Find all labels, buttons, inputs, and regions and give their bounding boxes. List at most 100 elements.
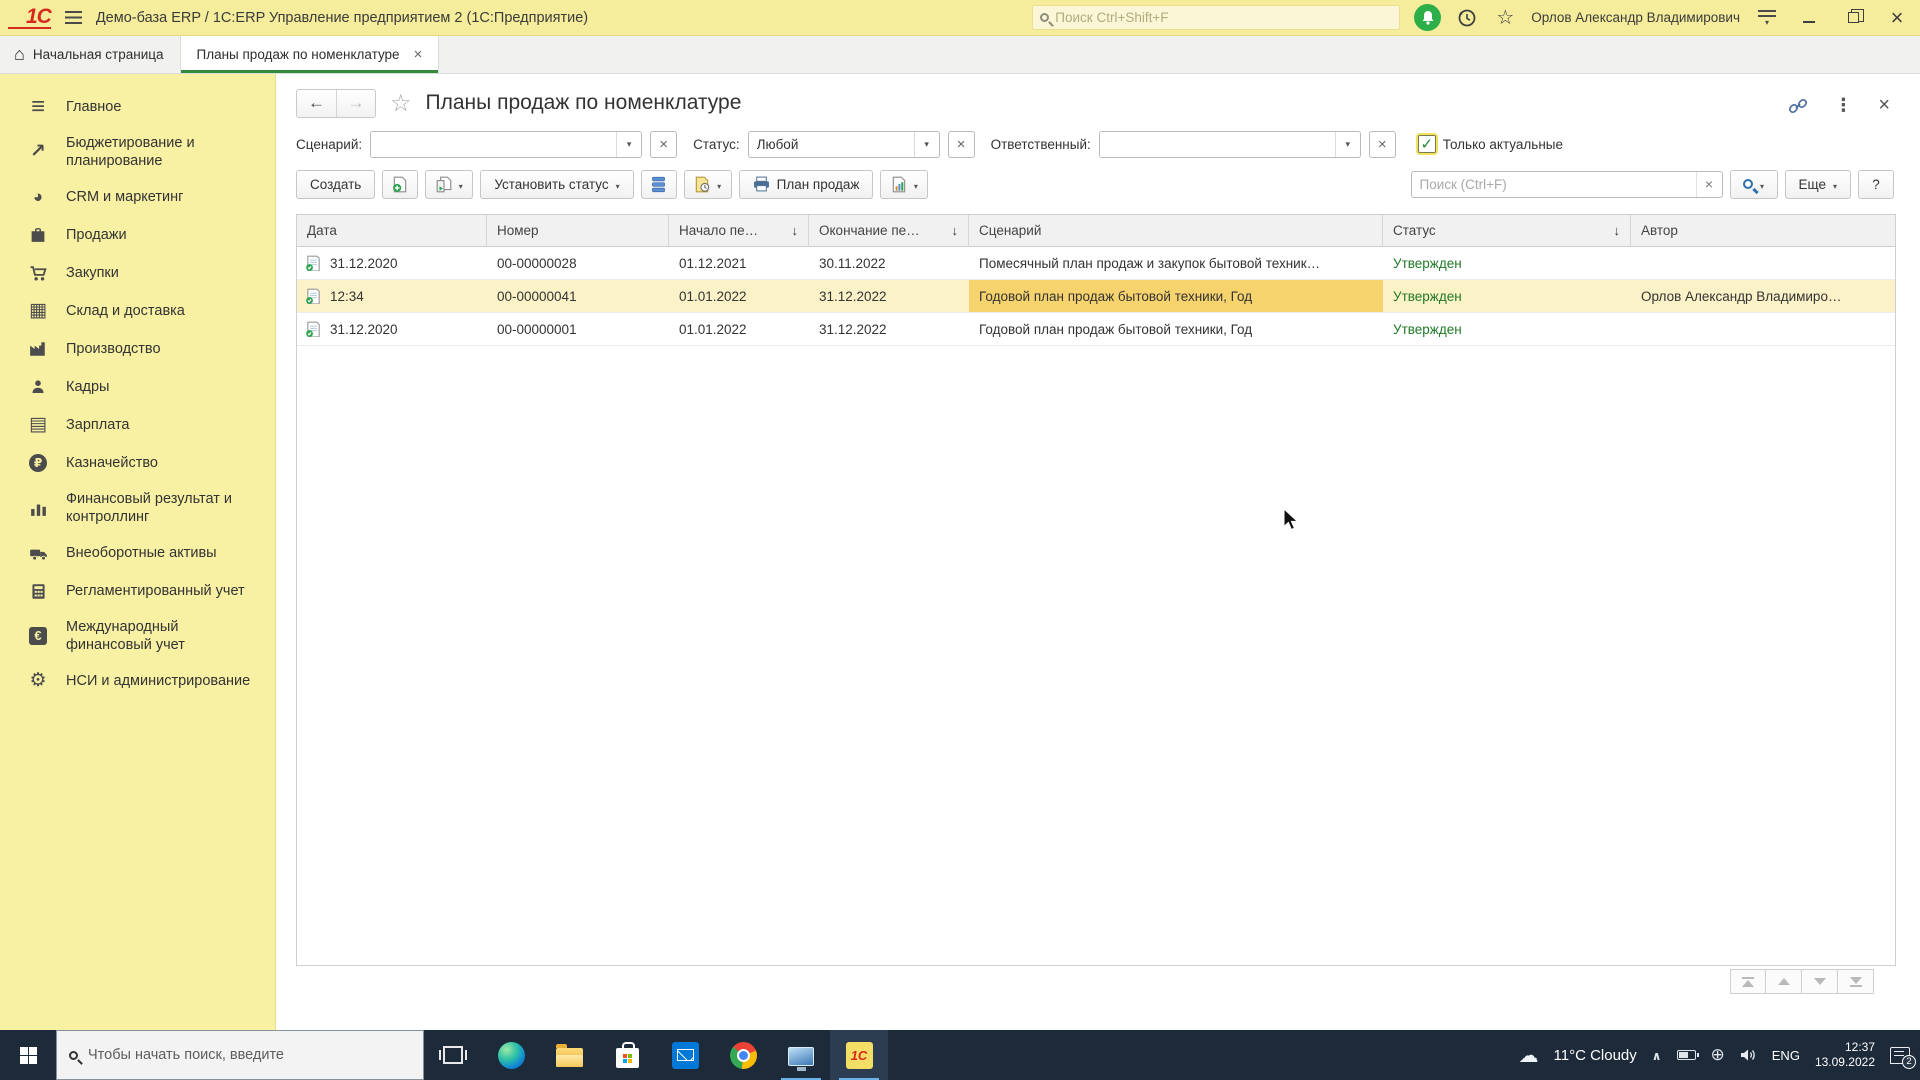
global-search-input[interactable] bbox=[1055, 10, 1393, 25]
taskbar-remote-desktop[interactable] bbox=[772, 1030, 830, 1080]
copy-dropdown-arrow-icon[interactable] bbox=[459, 177, 463, 192]
table-row-selected[interactable]: 12:34 00-00000041 01.01.2022 31.12.2022 … bbox=[297, 280, 1895, 313]
list-search-input[interactable] bbox=[1411, 176, 1696, 192]
tab-sales-plans[interactable]: Планы продаж по номенклатуре bbox=[180, 36, 440, 73]
taskbar-file-explorer[interactable] bbox=[540, 1030, 598, 1080]
sidebar-item-regulated-accounting[interactable]: Регламентированный учет bbox=[0, 572, 275, 610]
status-dropdown-arrow-icon[interactable] bbox=[913, 131, 939, 157]
go-up-button[interactable] bbox=[1766, 969, 1802, 994]
go-first-button[interactable] bbox=[1730, 969, 1766, 994]
only-actual-checkbox[interactable] bbox=[1417, 135, 1436, 153]
sidebar-item-production[interactable]: Производство bbox=[0, 330, 275, 368]
taskbar-mail[interactable] bbox=[656, 1030, 714, 1080]
network-globe-icon[interactable] bbox=[1711, 1045, 1725, 1065]
close-window-button[interactable] bbox=[1882, 5, 1912, 31]
task-view-button[interactable] bbox=[424, 1030, 482, 1080]
responsible-filter-input[interactable] bbox=[1099, 131, 1335, 157]
responsible-clear-button[interactable] bbox=[1368, 130, 1396, 158]
sidebar-item-admin[interactable]: НСИ и администрирование bbox=[0, 662, 275, 700]
taskbar-1c-app[interactable] bbox=[830, 1030, 888, 1080]
sidebar-item-budgeting[interactable]: Бюджетирование и планирование bbox=[0, 126, 250, 178]
set-status-button[interactable]: Установить статус bbox=[480, 169, 634, 199]
sidebar-item-finresult[interactable]: Финансовый результат и контроллинг bbox=[0, 482, 260, 534]
taskbar-search-box[interactable] bbox=[56, 1030, 424, 1080]
current-user-name[interactable]: Орлов Александр Владимирович bbox=[1531, 10, 1740, 25]
status-filter-input[interactable] bbox=[748, 131, 914, 157]
column-header-period-start[interactable]: Начало пе… bbox=[669, 215, 809, 246]
responsible-filter-combo[interactable] bbox=[1098, 130, 1361, 158]
scenario-clear-button[interactable] bbox=[650, 130, 678, 158]
taskbar-edge[interactable] bbox=[482, 1030, 540, 1080]
scenario-filter-combo[interactable] bbox=[370, 130, 643, 158]
sidebar-item-hr[interactable]: Кадры bbox=[0, 368, 275, 406]
discussions-bell-button[interactable] bbox=[1414, 4, 1442, 31]
only-actual-checkbox-wrap[interactable]: Только актуальные bbox=[1417, 135, 1563, 153]
minimize-button[interactable] bbox=[1794, 5, 1824, 31]
sidebar-item-purchases[interactable]: Закупки bbox=[0, 254, 275, 292]
taskbar-clock[interactable]: 12:37 13.09.2022 bbox=[1815, 1040, 1875, 1070]
weather-text[interactable]: 11°C Cloudy bbox=[1554, 1047, 1637, 1064]
column-header-author[interactable]: Автор bbox=[1631, 215, 1895, 246]
go-last-button[interactable] bbox=[1838, 969, 1874, 994]
help-button[interactable]: ? bbox=[1858, 169, 1894, 199]
sidebar-item-fixed-assets[interactable]: Внеоборотные активы bbox=[0, 534, 275, 572]
go-down-button[interactable] bbox=[1802, 969, 1838, 994]
service-menu-button[interactable] bbox=[1754, 10, 1780, 25]
global-search-box[interactable] bbox=[1032, 5, 1401, 30]
status-clear-button[interactable] bbox=[947, 130, 975, 158]
taskbar-search-input[interactable] bbox=[88, 1047, 411, 1063]
column-header-date[interactable]: Дата bbox=[297, 215, 487, 246]
table-row[interactable]: 31.12.2020 00-00000028 01.12.2021 30.11.… bbox=[297, 247, 1895, 280]
speaker-icon[interactable] bbox=[1740, 1048, 1757, 1062]
weather-cloud-icon[interactable] bbox=[1519, 1043, 1539, 1068]
status-filter-combo[interactable] bbox=[747, 130, 940, 158]
main-menu-icon[interactable] bbox=[64, 11, 82, 24]
reports-dropdown-arrow-icon[interactable] bbox=[914, 177, 918, 192]
sidebar-item-sales[interactable]: Продажи bbox=[0, 216, 275, 254]
sidebar-item-crm[interactable]: CRM и маркетинг bbox=[0, 178, 275, 216]
cell-scenario-focused[interactable]: Годовой план продаж бытовой техники, Год bbox=[969, 280, 1383, 312]
get-link-icon[interactable] bbox=[1788, 96, 1808, 116]
sales-plan-print-button[interactable]: План продаж bbox=[738, 169, 874, 199]
history-button[interactable] bbox=[1455, 6, 1479, 30]
sidebar-item-treasury[interactable]: Казначейство bbox=[0, 444, 275, 482]
battery-icon[interactable] bbox=[1676, 1050, 1699, 1060]
more-actions-button[interactable]: Еще bbox=[1784, 169, 1851, 199]
responsible-dropdown-arrow-icon[interactable] bbox=[1334, 131, 1360, 157]
search-button[interactable] bbox=[1729, 169, 1778, 199]
sidebar-item-ifrs[interactable]: Международный финансовый учет bbox=[0, 610, 250, 662]
list-settings-button[interactable] bbox=[640, 169, 677, 199]
tab-home-page[interactable]: Начальная страница bbox=[0, 36, 181, 73]
scenario-filter-input[interactable] bbox=[371, 131, 617, 157]
column-header-scenario[interactable]: Сценарий bbox=[969, 215, 1383, 246]
create-button[interactable]: Создать bbox=[296, 169, 376, 199]
tray-expand-chevron-icon[interactable] bbox=[1652, 1048, 1662, 1063]
reports-button[interactable] bbox=[880, 169, 929, 199]
action-center-icon[interactable]: 2 bbox=[1890, 1046, 1916, 1069]
add-to-favorites-star[interactable] bbox=[390, 89, 412, 118]
back-button[interactable] bbox=[297, 90, 336, 117]
status-history-dropdown-arrow-icon[interactable] bbox=[717, 177, 721, 192]
sidebar-item-warehouse[interactable]: Склад и доставка bbox=[0, 292, 275, 330]
language-indicator[interactable]: ENG bbox=[1772, 1048, 1800, 1063]
tab-close-icon[interactable] bbox=[414, 46, 423, 63]
more-menu-icon[interactable] bbox=[1834, 95, 1852, 116]
restore-button[interactable] bbox=[1838, 5, 1868, 31]
status-history-button[interactable] bbox=[683, 169, 732, 199]
taskbar-store[interactable] bbox=[598, 1030, 656, 1080]
close-form-icon[interactable] bbox=[1878, 94, 1890, 117]
start-button[interactable] bbox=[0, 1030, 56, 1080]
sidebar-item-main[interactable]: Главное bbox=[0, 88, 275, 126]
column-header-status[interactable]: Статус bbox=[1383, 215, 1631, 246]
table-row[interactable]: 31.12.2020 00-00000001 01.01.2022 31.12.… bbox=[297, 313, 1895, 346]
scenario-dropdown-arrow-icon[interactable] bbox=[616, 131, 642, 157]
sidebar-item-payroll[interactable]: Зарплата bbox=[0, 406, 275, 444]
create-new-button[interactable] bbox=[382, 169, 419, 199]
forward-button[interactable] bbox=[336, 89, 375, 117]
favorites-star-button[interactable] bbox=[1493, 6, 1517, 30]
taskbar-chrome[interactable] bbox=[714, 1030, 772, 1080]
search-dropdown-arrow-icon[interactable] bbox=[1760, 177, 1764, 192]
column-header-period-end[interactable]: Окончание пе… bbox=[809, 215, 969, 246]
list-search-clear-icon[interactable] bbox=[1695, 171, 1722, 197]
copy-button[interactable] bbox=[425, 169, 474, 199]
